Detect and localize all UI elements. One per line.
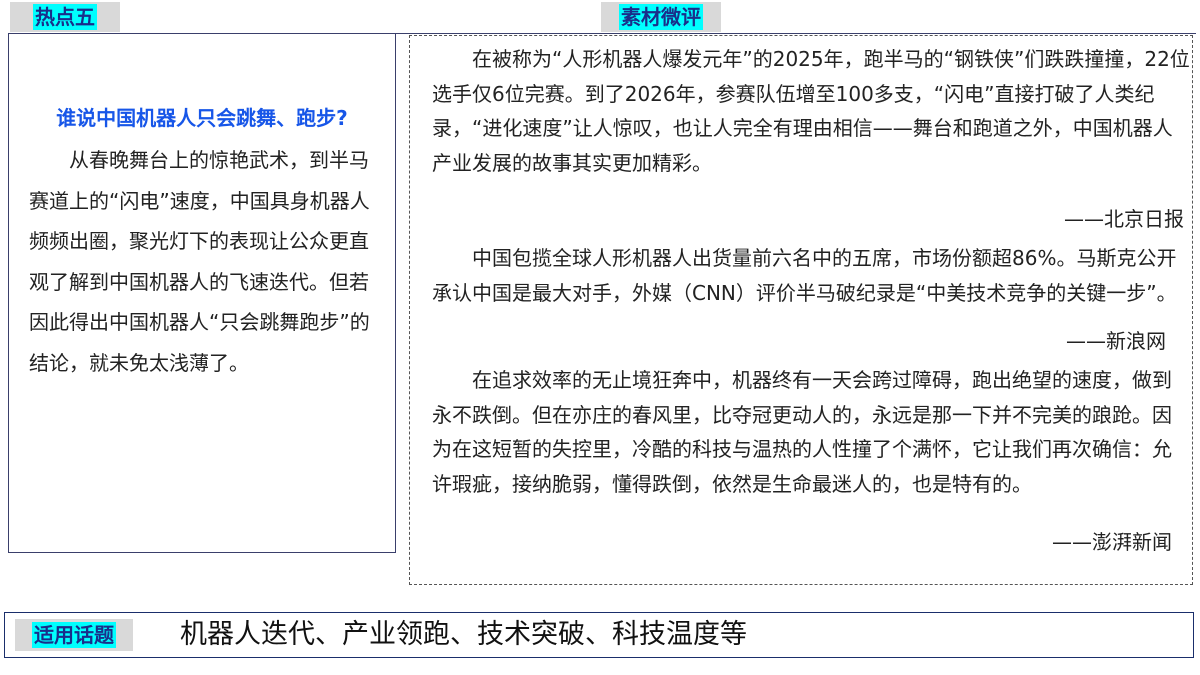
source-the-paper: ——澎湃新闻 <box>1052 530 1172 554</box>
source-sina: ——新浪网 <box>1066 329 1166 353</box>
review-paragraph-2: 中国包揽全球人形机器人出货量前六名中的五席，市场份额超86%。马斯克公开承认中国… <box>432 246 1177 305</box>
review-paragraph-1: 在被称为“人形机器人爆发元年”的2025年，跑半马的“钢铁侠”们跌跌撞撞，22位… <box>432 47 1190 175</box>
topics-tag-label: 适用话题 <box>32 622 116 648</box>
hotspot-tag-label: 热点五 <box>33 4 97 30</box>
material-review-tag: 素材微评 <box>601 2 721 32</box>
review-paragraph-3: 在追求效率的无止境狂奔中，机器终有一天会跨过障碍，跑出绝望的速度，做到永不跌倒。… <box>432 368 1172 496</box>
topics-bar: 适用话题 机器人迭代、产业领跑、技术突破、科技温度等 <box>4 612 1194 658</box>
top-divider <box>396 33 1196 34</box>
hotspot-panel: 谁说中国机器人只会跳舞、跑步? 从春晚舞台上的惊艳武术，到半马赛道上的“闪电”速… <box>8 33 396 553</box>
topics-tag: 适用话题 <box>15 619 133 651</box>
review-panel: 在被称为“人形机器人爆发元年”的2025年，跑半马的“钢铁侠”们跌跌撞撞，22位… <box>409 35 1193 585</box>
hotspot-heading: 谁说中国机器人只会跳舞、跑步? <box>56 106 348 130</box>
source-beijing-daily: ——北京日报 <box>1064 207 1184 231</box>
material-review-tag-label: 素材微评 <box>619 4 703 30</box>
hotspot-tag: 热点五 <box>10 2 120 32</box>
hotspot-body: 从春晚舞台上的惊艳武术，到半马赛道上的“闪电”速度，中国具身机器人频频出圈，聚光… <box>29 148 370 375</box>
topics-text: 机器人迭代、产业领跑、技术突破、科技温度等 <box>180 619 747 650</box>
